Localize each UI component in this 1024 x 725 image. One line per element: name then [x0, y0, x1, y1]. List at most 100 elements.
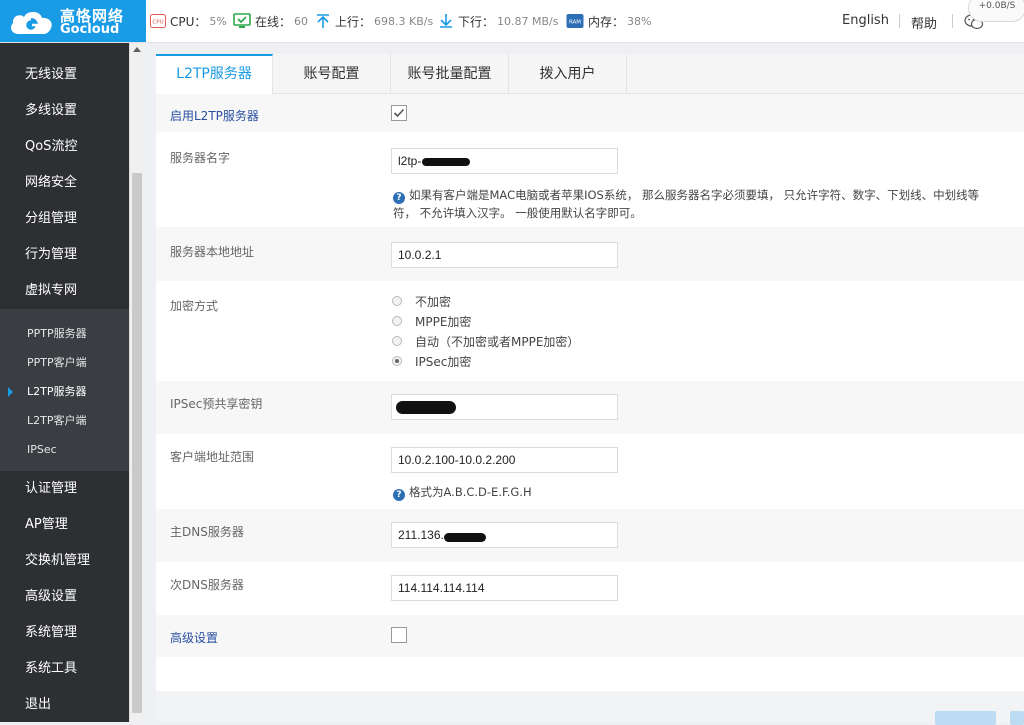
tab-account-config[interactable]: 账号配置: [273, 54, 391, 93]
enable-checkbox[interactable]: [391, 105, 407, 121]
server-name-value: l2tp-: [398, 154, 422, 168]
dns2-label: 次DNS服务器: [170, 578, 244, 592]
submenu-item-pptp-server[interactable]: PPTP服务器: [0, 319, 129, 348]
radio-auto[interactable]: 自动（不加密或者MPPE加密）: [392, 333, 579, 349]
cancel-button[interactable]: [1010, 711, 1024, 725]
advanced-row: 高级设置: [156, 615, 1024, 657]
enable-label: 启用L2TP服务器: [170, 109, 259, 123]
submenu-item-l2tp-server[interactable]: L2TP服务器: [0, 377, 129, 406]
question-icon: ?: [393, 192, 405, 204]
download-label: 下行：: [458, 14, 495, 29]
radio-mppe[interactable]: MPPE加密: [392, 313, 471, 329]
submenu-item-l2tp-client[interactable]: L2TP客户端: [0, 406, 129, 435]
download-stat: 下行： 10.87 MB/s: [438, 13, 558, 29]
sidebar: 无线设置 多线设置 QoS流控 网络安全 分组管理 行为管理 虚拟专网 PPTP…: [0, 43, 129, 722]
header-separator: [899, 14, 900, 28]
help-link[interactable]: 帮助: [911, 13, 937, 32]
sidebar-scrollbar[interactable]: [129, 43, 144, 722]
upload-label: 上行：: [335, 14, 372, 29]
scroll-up-icon[interactable]: [133, 47, 141, 52]
sidebar-item-wireless[interactable]: 无线设置: [0, 57, 129, 93]
radio-label: 自动（不加密或者MPPE加密）: [415, 334, 580, 349]
submenu-item-pptp-client[interactable]: PPTP客户端: [0, 348, 129, 377]
header-separator: [952, 14, 953, 28]
language-link[interactable]: English: [842, 13, 889, 28]
dns1-row: 主DNS服务器 211.136.: [156, 509, 1024, 562]
tab-l2tp-server[interactable]: L2TP服务器: [156, 54, 273, 94]
online-stat: 在线： 60: [233, 13, 308, 29]
radio-dot: [392, 316, 402, 326]
radio-label: IPSec加密: [415, 354, 472, 369]
redaction-mark: [444, 533, 486, 542]
monitor-check-icon: [233, 13, 251, 28]
upload-value: 698.3 KB/s: [374, 14, 434, 28]
cpu-label: CPU：: [170, 14, 207, 29]
question-icon: ?: [393, 489, 405, 501]
radio-no-encryption[interactable]: 不加密: [392, 293, 451, 309]
sidebar-item-multiline[interactable]: 多线设置: [0, 93, 129, 129]
check-icon: [393, 108, 405, 118]
memory-label: 内存：: [588, 14, 625, 29]
sidebar-item-ap[interactable]: AP管理: [0, 507, 129, 543]
download-value: 10.87 MB/s: [497, 14, 559, 28]
radio-label: 不加密: [415, 294, 452, 309]
memory-stat: RAM 内存： 38%: [566, 13, 651, 29]
sidebar-item-advanced[interactable]: 高级设置: [0, 579, 129, 615]
brand-name-en: Gocloud: [60, 22, 120, 37]
sidebar-item-groups[interactable]: 分组管理: [0, 201, 129, 237]
save-button[interactable]: [935, 711, 996, 725]
dns2-input[interactable]: 114.114.114.114: [391, 575, 618, 601]
sidebar-item-qos[interactable]: QoS流控: [0, 129, 129, 165]
speed-badge: +0.0B/S: [968, 0, 1024, 22]
radio-dot: [392, 336, 402, 346]
sidebar-item-behavior[interactable]: 行为管理: [0, 237, 129, 273]
encryption-row: 加密方式 不加密 MPPE加密 自动（不加密或者MPPE加密） IPSec加密: [156, 281, 1024, 381]
radio-ipsec[interactable]: IPSec加密: [392, 353, 471, 369]
active-marker-icon: [8, 387, 13, 397]
sidebar-item-system[interactable]: 系统管理: [0, 615, 129, 651]
cpu-value: 5%: [209, 14, 227, 28]
client-range-hint: ? 格式为A.B.C.D-E.F.G.H: [393, 483, 532, 501]
redaction-mark: [422, 158, 470, 166]
memory-value: 38%: [627, 14, 652, 28]
online-label: 在线：: [255, 14, 292, 29]
radio-dot: [392, 296, 402, 306]
server-name-label: 服务器名字: [170, 151, 231, 165]
submenu-item-label: L2TP服务器: [27, 385, 87, 398]
client-range-input[interactable]: 10.0.2.100-10.0.2.200: [391, 447, 618, 473]
upload-arrow-icon: [317, 14, 329, 28]
tab-bar: L2TP服务器 账号配置 账号批量配置 拨入用户: [156, 54, 1024, 94]
advanced-checkbox[interactable]: [391, 627, 407, 643]
download-arrow-icon: [440, 14, 452, 28]
tab-dialin-users[interactable]: 拨入用户: [509, 54, 627, 93]
radio-label: MPPE加密: [415, 314, 472, 329]
svg-text:CPU: CPU: [152, 20, 163, 26]
server-name-row: 服务器名字 l2tp- ? 如果有客户端是MAC电脑或者苹果IOS系统， 那么服务…: [156, 132, 1024, 227]
enable-row: 启用L2TP服务器: [156, 94, 1024, 132]
encryption-label: 加密方式: [170, 299, 219, 313]
vpn-submenu: PPTP服务器 PPTP客户端 L2TP服务器 L2TP客户端 IPSec: [0, 309, 129, 471]
tab-batch-config[interactable]: 账号批量配置: [391, 54, 509, 93]
hint-line-2: 符， 不允许填入汉字。 一般使用默认名字即可。: [393, 206, 642, 220]
sidebar-item-switch[interactable]: 交换机管理: [0, 543, 129, 579]
dns1-label: 主DNS服务器: [170, 525, 244, 539]
dns1-input[interactable]: 211.136.: [391, 522, 618, 548]
brand-logo[interactable]: 高恪网络 Gocloud: [0, 0, 146, 42]
sidebar-item-auth[interactable]: 认证管理: [0, 471, 129, 507]
scroll-thumb[interactable]: [132, 173, 142, 713]
server-name-hint: ? 如果有客户端是MAC电脑或者苹果IOS系统， 那么服务器名字必须要填， 只允许…: [393, 186, 979, 204]
sidebar-item-security[interactable]: 网络安全: [0, 165, 129, 201]
advanced-label: 高级设置: [170, 631, 219, 645]
sidebar-item-logout[interactable]: 退出: [0, 687, 129, 722]
cpu-stat: CPU CPU： 5%: [150, 13, 227, 29]
redaction-mark: [396, 401, 456, 414]
radio-dot-selected: [392, 356, 402, 366]
footer-bar: [156, 691, 1024, 722]
client-range-row: 客户端地址范围 10.0.2.100-10.0.2.200 ? 格式为A.B.C.…: [156, 434, 1024, 509]
local-address-input[interactable]: 10.0.2.1: [391, 242, 618, 268]
submenu-item-ipsec[interactable]: IPSec: [0, 435, 129, 464]
sidebar-item-tools[interactable]: 系统工具: [0, 651, 129, 687]
local-address-label: 服务器本地地址: [170, 245, 255, 259]
sidebar-item-vpn[interactable]: 虚拟专网: [0, 273, 129, 309]
dns1-value: 211.136.: [398, 528, 444, 542]
